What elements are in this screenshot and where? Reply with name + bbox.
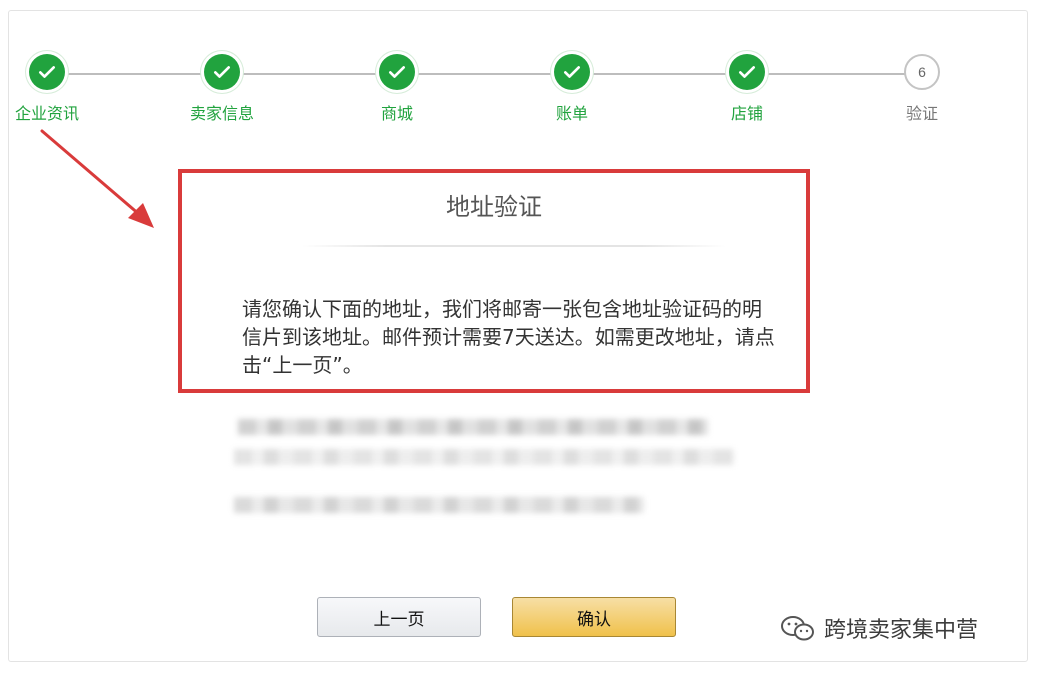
notice-body: 请您确认下面的地址，我们将邮寄一张包含地址验证码的明信片到该地址。邮件预计需要7… xyxy=(242,297,775,377)
notice-title: 地址验证 xyxy=(446,193,542,221)
step-check xyxy=(204,54,240,90)
check-icon xyxy=(214,66,230,78)
watermark-text: 跨境卖家集中营 xyxy=(824,618,979,643)
wechat-icon xyxy=(781,616,814,641)
address-line xyxy=(238,419,708,435)
notice-divider xyxy=(302,245,726,247)
address-verification-notice: 地址验证 请您确认下面的地址，我们将邮寄一张包含地址验证码的明信片到该地址。邮件… xyxy=(178,169,810,393)
step-check xyxy=(729,54,765,90)
step-label: 验证 xyxy=(905,104,938,123)
check-icon xyxy=(564,66,580,78)
step-label: 账单 xyxy=(555,104,588,123)
confirm-button[interactable]: 确认 xyxy=(512,597,676,637)
address-block-blurred xyxy=(234,405,738,520)
address-line xyxy=(234,497,644,513)
step-check xyxy=(554,54,590,90)
step-number: 6 xyxy=(904,54,940,90)
step-label: 店铺 xyxy=(730,104,763,123)
address-line xyxy=(234,449,734,465)
step-mall: 商城 xyxy=(337,54,457,124)
step-company-info: 企业资讯 xyxy=(0,54,107,124)
step-seller-info: 卖家信息 xyxy=(162,54,282,124)
previous-page-button[interactable]: 上一页 xyxy=(317,597,481,637)
step-billing: 账单 xyxy=(512,54,632,124)
check-icon xyxy=(389,66,405,78)
step-store: 店铺 xyxy=(687,54,807,124)
check-icon xyxy=(39,66,56,78)
step-check xyxy=(379,54,415,90)
watermark: 跨境卖家集中营 xyxy=(778,612,978,644)
check-icon xyxy=(739,66,755,78)
step-verification: 6 验证 xyxy=(862,54,982,124)
step-label: 企业资讯 xyxy=(14,104,79,123)
step-check xyxy=(29,54,65,90)
progress-stepper: 企业资讯 卖家信息 商城 账单 店铺 6 验证 xyxy=(0,0,1037,140)
step-label: 卖家信息 xyxy=(189,104,254,123)
step-label: 商城 xyxy=(380,104,413,123)
